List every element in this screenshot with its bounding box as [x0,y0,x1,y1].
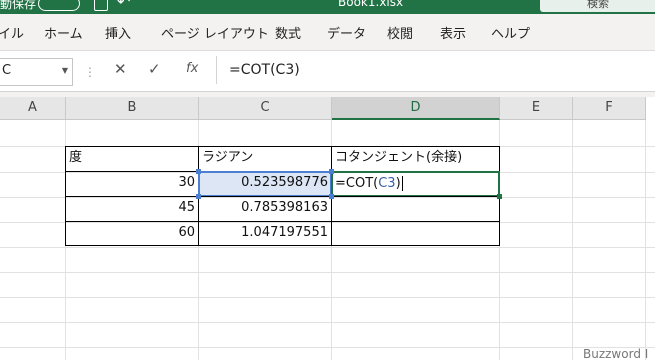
tab-review[interactable]: 校閲 [387,23,413,42]
cell-degrees-60[interactable]: 60 [65,221,199,246]
range-handle[interactable] [196,194,201,199]
drag-handle-icon[interactable]: ⋮ [84,65,96,79]
tab-home[interactable]: ホーム [44,23,83,42]
gridline [0,272,655,273]
tab-insert[interactable]: 挿入 [105,23,131,42]
autosave-toggle[interactable] [38,0,80,11]
tab-data[interactable]: データ [327,23,366,42]
gridline [0,247,655,248]
search-placeholder: 検索 [587,0,609,10]
cell-radians-ref[interactable]: 0.523598776 [198,171,332,197]
column-header-f[interactable]: F [573,97,646,120]
gridline [0,347,655,348]
header-cell-cotangent[interactable]: コタンジェント(余接) [331,146,500,172]
tab-view[interactable]: 表示 [440,23,466,42]
cell-radians-45[interactable]: 0.785398163 [198,196,332,222]
column-header-e[interactable]: E [500,97,573,120]
column-header-d[interactable]: D [332,97,500,120]
range-handle[interactable] [329,169,334,174]
formula-input[interactable]: =COT(C3) [216,56,655,84]
tab-file[interactable]: イル [0,23,24,42]
gridline [0,322,655,323]
header-cell-radians[interactable]: ラジアン [198,146,332,172]
cell-radians-60[interactable]: 1.047197551 [198,221,332,246]
edit-reference: C3 [378,176,396,191]
tab-page-layout[interactable]: ページ レイアウト [161,23,269,42]
gridline [645,120,646,360]
text-cursor [401,176,403,191]
formula-bar: C ▼ ⋮ ✕ ✓ fx =COT(C3) [0,51,655,92]
gridline [572,120,573,360]
cell-cot-60[interactable] [331,221,500,246]
header-cell-degrees[interactable]: 度 [65,146,199,172]
cell-cot-45[interactable] [331,196,500,222]
enter-icon[interactable]: ✓ [148,60,161,78]
chevron-down-icon[interactable]: ▼ [62,66,68,75]
cell-degrees-30[interactable]: 30 [65,171,199,197]
gridline [0,297,655,298]
ribbon-tab-bar: イル ホーム 挿入 ページ レイアウト 数式 データ 校閲 表示 ヘルプ [0,14,655,51]
fill-handle[interactable] [497,194,502,199]
edit-suffix: ) [395,176,401,191]
autosave-label: 動保存 [0,0,37,11]
tab-help[interactable]: ヘルプ [491,23,530,42]
insert-function-icon[interactable]: fx [186,61,198,76]
range-handle[interactable] [329,194,334,199]
document-title: Book1.xlsx [338,0,404,9]
column-header-a[interactable]: A [0,97,66,120]
edit-prefix: =COT( [335,176,379,191]
name-box-value: C [2,63,12,78]
save-icon[interactable] [94,0,108,11]
tab-formulas[interactable]: 数式 [275,23,301,42]
title-bar: 動保存 ↶ Book1.xlsx 検索 [0,0,655,14]
column-header-c[interactable]: C [199,97,332,120]
search-box[interactable]: 検索 [540,0,655,12]
column-header-b[interactable]: B [66,97,199,120]
cancel-icon[interactable]: ✕ [114,60,127,78]
undo-icon[interactable]: ↶ [117,0,130,11]
range-handle[interactable] [196,169,201,174]
editing-cell[interactable]: =COT(C3) [331,171,500,197]
watermark: Buzzword I [583,347,649,361]
formula-text: =COT(C3) [229,62,300,78]
name-box[interactable]: C ▼ [0,58,73,86]
cell-degrees-45[interactable]: 45 [65,196,199,222]
